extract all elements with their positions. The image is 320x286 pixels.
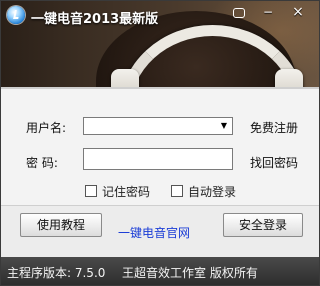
tutorial-button[interactable]: 使用教程 [20, 213, 102, 237]
auto-login-checkbox[interactable]: 自动登录 [171, 183, 237, 199]
dropdown-arrow-icon[interactable]: ▼ [216, 118, 232, 134]
app-logo-icon [7, 6, 25, 24]
headphone-earcup-right [275, 69, 303, 87]
checkbox-box[interactable] [85, 185, 97, 197]
auto-login-label: 自动登录 [188, 185, 237, 199]
remember-password-label: 记住密码 [102, 185, 151, 199]
login-window: 一键电音2013最新版 − × 用户名: ▼ 免费注册 密 码: 找回密码 记住… [0, 0, 320, 286]
minimize-button[interactable]: − [258, 4, 278, 20]
username-label: 用户名: [26, 121, 67, 135]
username-input[interactable] [84, 118, 220, 134]
checkbox-box[interactable] [171, 185, 183, 197]
username-combo[interactable]: ▼ [83, 117, 233, 135]
remember-password-checkbox[interactable]: 记住密码 [85, 183, 151, 199]
password-field[interactable] [83, 148, 233, 170]
skin-icon [233, 8, 245, 18]
title-bar[interactable]: 一键电音2013最新版 − × [1, 1, 319, 31]
password-label: 密 码: [26, 156, 58, 170]
banner-divider [1, 87, 319, 89]
password-input[interactable] [84, 149, 220, 169]
official-site-link[interactable]: 一键电音官网 [118, 224, 190, 241]
status-bar: 主程序版本: 7.5.0 王超音效工作室 版权所有 [1, 257, 319, 285]
recover-password-link[interactable]: 找回密码 [250, 154, 298, 171]
headphone-earcup-left [111, 69, 139, 87]
header-banner: 一键电音2013最新版 − × [1, 1, 319, 87]
copyright-text: 王超音效工作室 版权所有 [122, 266, 258, 280]
close-button[interactable]: × [288, 4, 308, 20]
version-text: 主程序版本: 7.5.0 [7, 266, 106, 280]
register-link[interactable]: 免费注册 [250, 119, 298, 136]
skin-button[interactable] [229, 4, 249, 20]
secure-login-button[interactable]: 安全登录 [223, 213, 303, 237]
button-bar: 使用教程 一键电音官网 安全登录 [1, 205, 319, 257]
window-title: 一键电音2013最新版 [31, 12, 159, 27]
